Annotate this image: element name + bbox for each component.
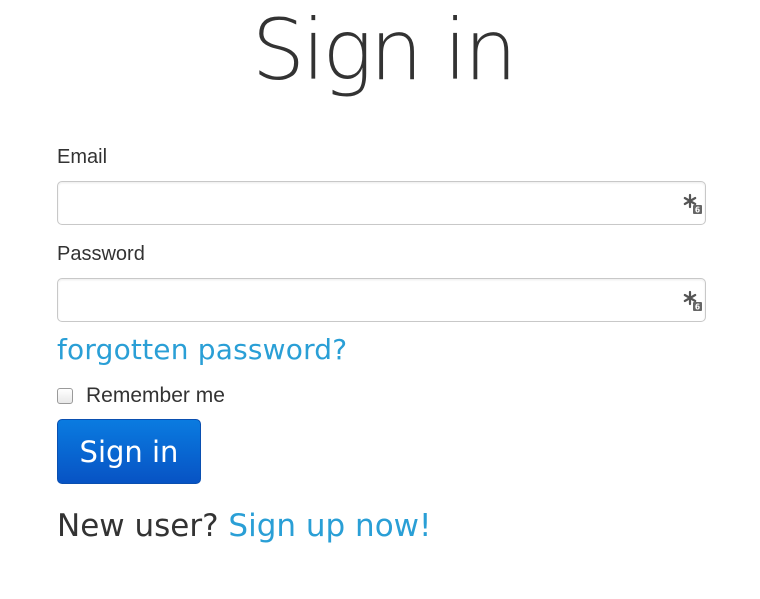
email-input[interactable] [58,182,705,224]
svg-text:6: 6 [695,303,700,312]
email-field[interactable]: 6 [57,181,706,225]
forgot-password-link[interactable]: forgotten password? [57,333,347,366]
page-title: Sign in [251,1,518,99]
new-user-text: New user? [57,508,219,544]
sign-in-button[interactable]: Sign in [57,419,201,484]
svg-text:6: 6 [695,206,700,215]
new-user-prompt: New user? Sign up now! [57,508,431,544]
sign-in-page: Sign in Email 6 Password 6 forgotten pas… [0,0,760,599]
remember-me-row[interactable]: Remember me [57,383,225,409]
remember-me-label: Remember me [86,384,225,407]
password-manager-icon[interactable]: 6 [681,193,703,215]
email-label: Email [57,146,108,168]
sign-up-link[interactable]: Sign up now! [228,508,431,544]
password-field[interactable]: 6 [57,278,706,322]
remember-me-checkbox[interactable] [57,388,73,404]
password-manager-icon[interactable]: 6 [681,290,703,312]
password-input[interactable] [58,279,705,321]
password-label: Password [57,243,145,265]
